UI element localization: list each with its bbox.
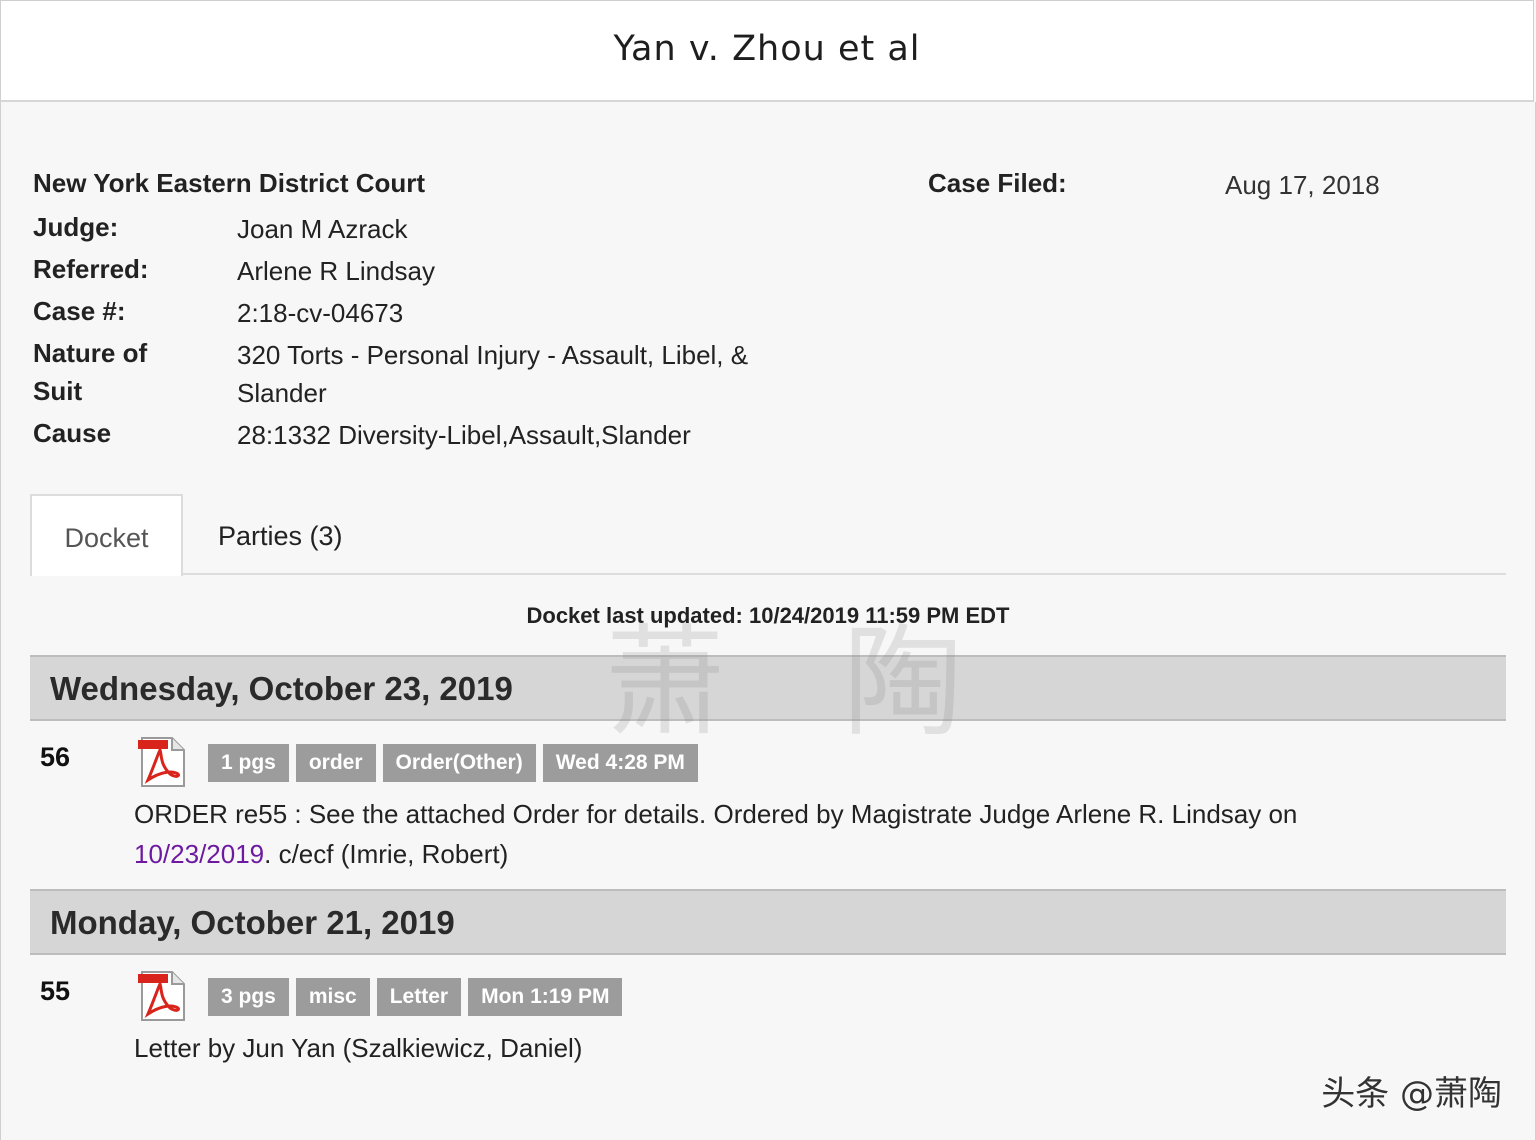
judge-value: Joan M Azrack [237,214,408,244]
date-link[interactable]: 10/23/2019 [134,839,264,869]
time-tag: Wed 4:28 PM [542,744,698,782]
nature-of-suit-value: 320 Torts - Personal Injury - Assault, L… [237,340,749,370]
page-count-tag: 1 pgs [208,744,289,782]
pdf-icon[interactable] [136,736,188,788]
referred-label: Referred: [33,254,149,284]
entry-text: ORDER re55 : See the attached Order for … [134,799,1298,829]
case-filed-value: Aug 17, 2018 [1225,170,1380,200]
cause-label: Cause [33,418,112,448]
tab-bar: Docket Parties (3) [30,494,1506,576]
nature-of-suit-label: Nature of [33,338,148,368]
entry-description: Letter by Jun Yan (Szalkiewicz, Daniel) [134,1033,583,1063]
case-number-value: 2:18-cv-04673 [237,298,404,328]
pdf-icon[interactable] [136,970,188,1022]
subtype-tag: Letter [376,978,462,1016]
header-bar: Yan v. Zhou et al [0,0,1534,102]
entry-description: ORDER re55 : See the attached Order for … [134,794,1434,874]
entry-tags: 3 pgs misc Letter Mon 1:19 PM [208,978,623,1016]
judge-label: Judge: [33,212,119,242]
day-date: Wednesday, October 23, 2019 [50,670,513,707]
type-tag: misc [295,978,370,1016]
page-count-tag: 3 pgs [208,978,289,1016]
page-title: Yan v. Zhou et al [613,29,921,69]
type-tag: order [295,744,376,782]
referred-value: Arlene R Lindsay [237,256,435,286]
tab-docket[interactable]: Docket [30,494,183,576]
day-date: Monday, October 21, 2019 [50,904,455,941]
entry-number: 56 [40,742,71,772]
entry-text-tail: . c/ecf (Imrie, Robert) [264,839,509,869]
case-number-label: Case #: [33,296,126,326]
docket-last-updated: Docket last updated: 10/24/2019 11:59 PM… [526,603,1010,628]
entry-number: 55 [40,976,71,1006]
day-header: Wednesday, October 23, 2019 [30,655,1506,721]
case-filed-label: Case Filed: [928,168,1067,198]
subtype-tag: Order(Other) [382,744,536,782]
brand-watermark: 头条 @萧陶 [1321,1074,1502,1114]
nature-of-suit-value-line2: Slander [237,378,327,408]
entry-tags: 1 pgs order Order(Other) Wed 4:28 PM [208,744,698,782]
tab-parties[interactable]: Parties (3) [218,494,343,574]
day-header: Monday, October 21, 2019 [30,889,1506,955]
cause-value: 28:1332 Diversity-Libel,Assault,Slander [237,420,691,450]
court-name: New York Eastern District Court [33,168,426,198]
time-tag: Mon 1:19 PM [468,978,623,1016]
nature-of-suit-label-line2: Suit [33,376,83,406]
